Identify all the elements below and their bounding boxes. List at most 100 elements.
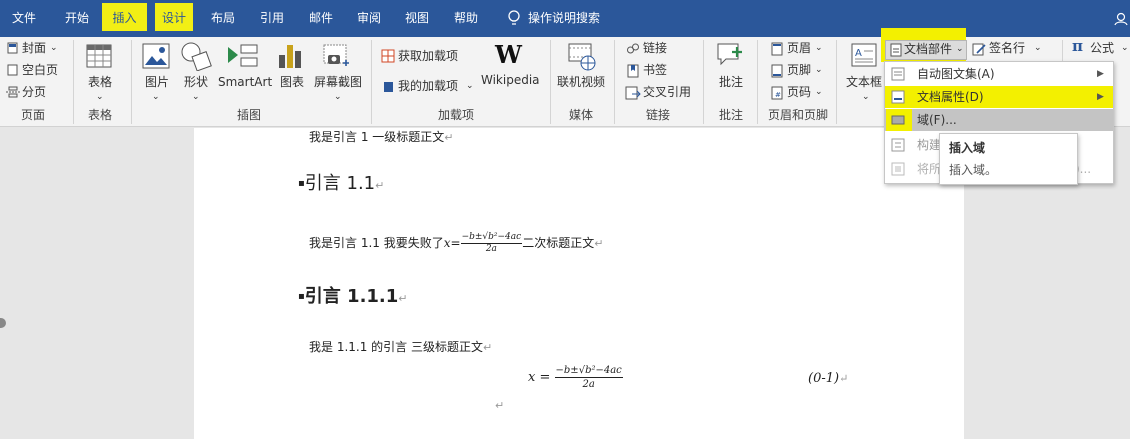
get-addins-button[interactable]: 获取加载项 <box>398 49 458 64</box>
chart-button[interactable]: 图表 <box>280 75 304 90</box>
text-box-dropdown-icon[interactable]: ⌄ <box>862 90 870 105</box>
equation-lhs: x <box>528 370 536 385</box>
menu-item-field[interactable]: 域(F)... <box>885 109 1113 131</box>
table-icon <box>86 44 112 68</box>
smartart-icon <box>228 44 258 67</box>
tab-layout[interactable]: 布局 <box>211 10 235 26</box>
group-divider <box>371 40 372 124</box>
lightbulb-icon <box>508 10 520 25</box>
equation-button[interactable]: 公式 <box>1090 41 1114 56</box>
tab-view[interactable]: 视图 <box>405 10 429 26</box>
heading-2[interactable]: ▪引言 1.1↵ <box>298 172 384 198</box>
header-dropdown-icon[interactable]: ⌄ <box>815 41 823 56</box>
paragraph-mark: ↵ <box>482 341 493 354</box>
blank-page-button[interactable]: 空白页 <box>22 63 58 78</box>
menu-item-document-property[interactable]: 文档属性(D) ▶ <box>885 86 1113 108</box>
tab-help[interactable]: 帮助 <box>454 10 478 26</box>
paragraph-1[interactable]: 我是引言 1 一级标题正文↵ <box>309 128 453 145</box>
screenshot-dropdown-icon[interactable]: ⌄ <box>334 90 342 105</box>
equation-inline-x: x <box>443 236 451 250</box>
field-icon <box>891 115 905 125</box>
tab-references[interactable]: 引用 <box>260 10 284 26</box>
group-divider <box>550 40 551 124</box>
wikipedia-icon: W <box>495 40 522 69</box>
store-icon <box>381 49 395 63</box>
page-break-button[interactable]: 分页 <box>22 85 46 100</box>
my-addins-dropdown-icon[interactable]: ⌄ <box>466 79 474 94</box>
footer-dropdown-icon[interactable]: ⌄ <box>815 63 823 78</box>
footer-button[interactable]: 页脚 <box>787 63 811 78</box>
quick-parts-button[interactable]: 文档部件 <box>904 42 952 57</box>
shapes-dropdown-icon[interactable]: ⌄ <box>192 90 200 105</box>
table-button[interactable]: 表格 <box>88 75 112 90</box>
equation-pi-icon: π <box>1072 37 1083 55</box>
smartart-button[interactable]: SmartArt <box>218 75 272 90</box>
display-equation-fraction: −b±√b²−4ac 2a <box>554 364 623 391</box>
paragraph-2-post: 二次标题正文 <box>522 236 595 250</box>
signature-line-button[interactable]: 签名行 <box>989 41 1025 56</box>
document-property-icon <box>891 90 905 104</box>
picture-icon <box>142 43 170 69</box>
paragraph-3[interactable]: 我是 1.1.1 的引言 三级标题正文↵ <box>309 338 492 355</box>
page-number-button[interactable]: 页码 <box>787 85 811 100</box>
group-label-header-footer: 页眉和页脚 <box>768 108 829 122</box>
link-button[interactable]: 链接 <box>643 41 667 56</box>
equation-number-text: (0-1) <box>808 371 840 386</box>
blank-page-icon <box>7 64 18 76</box>
group-divider <box>757 40 758 124</box>
group-label-pages: 页面 <box>21 108 46 122</box>
equation-dropdown-icon[interactable]: ⌄ <box>1121 41 1129 56</box>
equation-number[interactable]: (0-1)↵ <box>808 371 848 386</box>
paragraph-mark: ↵ <box>398 292 408 305</box>
menu-item-autotext[interactable]: 自动图文集(A) ▶ <box>885 63 1113 85</box>
heading-bullet: ▪ <box>298 178 305 189</box>
inline-equation-numerator: −b±√b²−4ac <box>460 232 523 244</box>
tell-me-search[interactable]: 操作说明搜索 <box>528 10 600 26</box>
cross-reference-button[interactable]: 交叉引用 <box>643 85 691 100</box>
building-blocks-icon <box>891 138 905 152</box>
tab-review[interactable]: 审阅 <box>357 10 381 26</box>
my-addins-button[interactable]: 我的加载项 <box>398 79 458 94</box>
field-tooltip: 插入域 插入域。 <box>939 133 1078 185</box>
online-video-icon <box>568 43 596 71</box>
cover-dropdown-icon[interactable]: ⌄ <box>50 41 58 56</box>
group-divider <box>131 40 132 124</box>
heading-3[interactable]: ▪引言 1.1.1↵ <box>298 285 408 311</box>
tab-file[interactable]: 文件 <box>12 10 36 26</box>
quick-parts-dropdown-icon[interactable]: ⌄ <box>956 42 964 57</box>
menu-item-field-label: 域(F)... <box>917 113 957 127</box>
table-dropdown-icon[interactable]: ⌄ <box>96 90 104 105</box>
comment-button[interactable]: 批注 <box>719 75 743 90</box>
picture-button[interactable]: 图片 <box>145 75 169 90</box>
display-equation[interactable]: x = −b±√b²−4ac 2a <box>528 362 623 394</box>
cover-page-icon <box>7 42 18 54</box>
bookmark-button[interactable]: 书签 <box>643 63 667 78</box>
tab-home[interactable]: 开始 <box>65 10 89 26</box>
cross-reference-icon <box>625 86 641 100</box>
page-number-icon: # <box>771 86 783 100</box>
group-divider <box>614 40 615 124</box>
screenshot-button[interactable]: 屏幕截图 <box>314 75 362 90</box>
paragraph-1-text: 我是引言 1 一级标题正文 <box>309 130 445 144</box>
menu-item-autotext-label: 自动图文集(A) <box>917 67 995 81</box>
inline-equation-fraction: −b±√b²−4ac 2a <box>460 232 523 255</box>
cover-page-button[interactable]: 封面 <box>22 41 46 56</box>
paragraph-2[interactable]: 我是引言 1.1 我要失败了x= −b±√b²−4ac 2a 二次标题正文↵ <box>309 231 603 256</box>
picture-dropdown-icon[interactable]: ⌄ <box>152 90 160 105</box>
svg-text:A: A <box>855 48 862 59</box>
svg-text:#: # <box>775 91 781 99</box>
tab-mailings[interactable]: 邮件 <box>309 10 333 26</box>
paragraph-mark: ↵ <box>839 372 849 385</box>
tab-design[interactable]: 设计 <box>155 3 193 31</box>
page-number-dropdown-icon[interactable]: ⌄ <box>815 85 823 100</box>
header-button[interactable]: 页眉 <box>787 41 811 56</box>
shapes-button[interactable]: 形状 <box>184 75 208 90</box>
group-label-addins: 加载项 <box>438 108 475 122</box>
menu-item-document-property-label: 文档属性(D) <box>917 90 984 104</box>
wikipedia-button[interactable]: Wikipedia <box>481 73 540 88</box>
online-video-button[interactable]: 联机视频 <box>557 75 605 90</box>
tab-insert[interactable]: 插入 <box>102 3 147 31</box>
signature-line-dropdown-icon[interactable]: ⌄ <box>1034 41 1042 56</box>
text-box-button[interactable]: 文本框 <box>846 75 882 90</box>
share-person-icon[interactable] <box>1114 12 1128 26</box>
